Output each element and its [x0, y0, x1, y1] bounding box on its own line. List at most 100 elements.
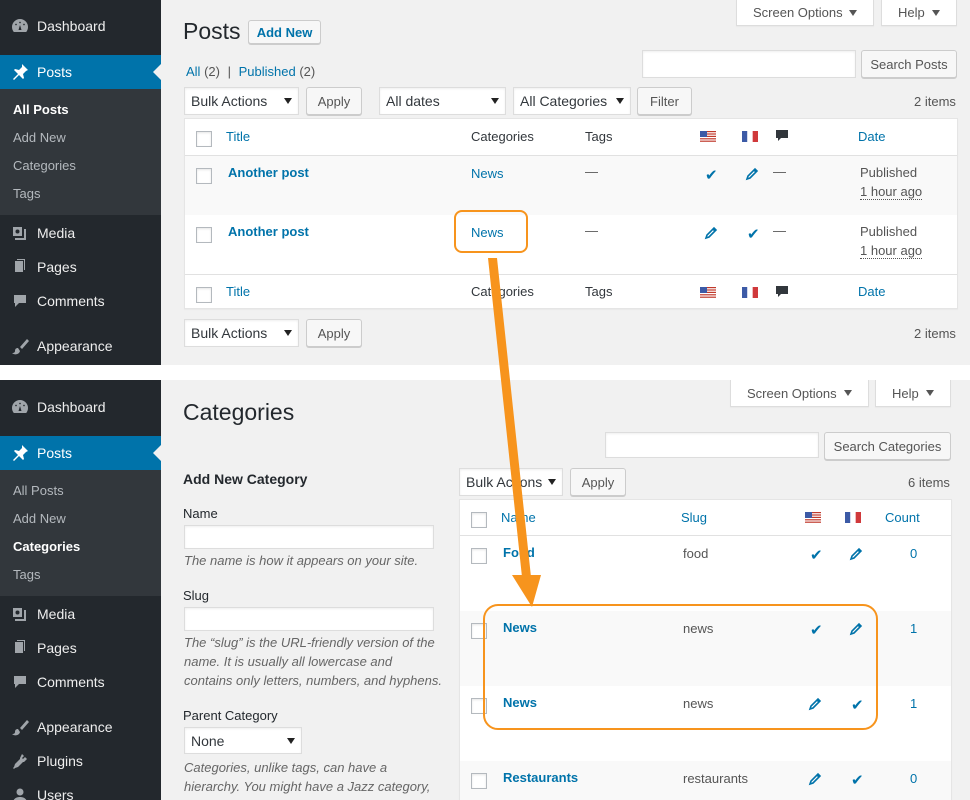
- view-all-link[interactable]: All: [186, 64, 200, 79]
- check-icon[interactable]: ✔: [705, 166, 718, 184]
- items-count-bottom: 2 items: [914, 326, 956, 341]
- category-link[interactable]: News: [471, 225, 504, 240]
- check-icon[interactable]: ✔: [851, 771, 864, 789]
- filter-button[interactable]: Filter: [637, 87, 692, 115]
- media-icon: [9, 604, 31, 624]
- menu-posts[interactable]: Posts: [0, 436, 161, 470]
- menu-media[interactable]: Media: [0, 216, 161, 250]
- menu-media[interactable]: Media: [0, 597, 161, 631]
- category-name-link[interactable]: News: [503, 620, 537, 635]
- chevron-down-icon: [287, 738, 295, 744]
- category-link[interactable]: News: [471, 166, 504, 181]
- category-name-link[interactable]: News: [503, 695, 537, 710]
- menu-pages[interactable]: Pages: [0, 631, 161, 665]
- row-checkbox[interactable]: [471, 773, 487, 789]
- check-icon[interactable]: ✔: [810, 621, 823, 639]
- pencil-icon[interactable]: [849, 547, 863, 561]
- parent-category-select[interactable]: None: [184, 727, 302, 754]
- add-new-button[interactable]: Add New: [248, 20, 321, 44]
- us-flag-icon: [805, 512, 821, 523]
- categories-filter-select[interactable]: All Categories: [513, 87, 631, 115]
- category-count-link[interactable]: 1: [910, 696, 917, 711]
- submenu-add-new[interactable]: Add New: [13, 130, 66, 145]
- menu-pages[interactable]: Pages: [0, 250, 161, 284]
- help-button[interactable]: Help: [875, 380, 951, 407]
- submenu-categories[interactable]: Categories: [13, 158, 76, 173]
- submenu-all-posts[interactable]: All Posts: [13, 483, 64, 498]
- menu-label: Users: [37, 787, 74, 800]
- submenu-categories[interactable]: Categories: [13, 539, 80, 554]
- column-title[interactable]: Title: [226, 129, 250, 144]
- select-all-checkbox[interactable]: [196, 131, 212, 147]
- row-checkbox[interactable]: [196, 168, 212, 184]
- category-name-link[interactable]: Restaurants: [503, 770, 578, 785]
- column-categories: Categories: [471, 284, 534, 299]
- menu-appearance[interactable]: Appearance: [0, 329, 161, 363]
- column-slug[interactable]: Slug: [681, 510, 707, 525]
- select-all-checkbox[interactable]: [196, 287, 212, 303]
- menu-users[interactable]: Users: [0, 778, 161, 800]
- pencil-icon[interactable]: [849, 622, 863, 636]
- post-time: 1 hour ago: [860, 184, 923, 200]
- items-count: 2 items: [914, 94, 956, 109]
- row-checkbox[interactable]: [471, 698, 487, 714]
- category-slug-input[interactable]: [184, 607, 434, 631]
- help-button[interactable]: Help: [881, 0, 957, 26]
- bulk-actions-select-bottom[interactable]: Bulk Actions: [184, 319, 299, 347]
- submenu-add-new[interactable]: Add New: [13, 511, 66, 526]
- categories-table: Name Slug Count Food food ✔ 0 News news …: [459, 499, 952, 800]
- menu-dashboard[interactable]: Dashboard: [0, 9, 161, 43]
- submenu-tags[interactable]: Tags: [13, 567, 40, 582]
- category-name-link[interactable]: Food: [503, 545, 535, 560]
- column-count[interactable]: Count: [885, 510, 920, 525]
- dates-filter-select[interactable]: All dates: [379, 87, 506, 115]
- search-categories-input[interactable]: [605, 432, 819, 458]
- pencil-icon[interactable]: [745, 167, 759, 181]
- check-icon[interactable]: ✔: [810, 546, 823, 564]
- category-count-link[interactable]: 0: [910, 771, 917, 786]
- name-help-text: The name is how it appears on your site.: [184, 553, 419, 568]
- column-title[interactable]: Title: [226, 284, 250, 299]
- menu-appearance[interactable]: Appearance: [0, 710, 161, 744]
- category-name-input[interactable]: [184, 525, 434, 549]
- post-title-link[interactable]: Another post: [228, 165, 309, 180]
- menu-comments[interactable]: Comments: [0, 665, 161, 699]
- search-posts-button[interactable]: Search Posts: [861, 50, 957, 78]
- check-icon[interactable]: ✔: [851, 696, 864, 714]
- menu-plugins[interactable]: Plugins: [0, 744, 161, 778]
- post-title-link[interactable]: Another post: [228, 224, 309, 239]
- screen-options-button[interactable]: Screen Options: [736, 0, 874, 26]
- apply-button[interactable]: Apply: [306, 87, 362, 115]
- check-icon[interactable]: ✔: [747, 225, 760, 243]
- apply-button-bottom[interactable]: Apply: [306, 319, 362, 347]
- menu-dashboard[interactable]: Dashboard: [0, 390, 161, 424]
- column-name[interactable]: Name: [501, 510, 536, 525]
- bulk-actions-select[interactable]: Bulk Actions: [459, 468, 563, 496]
- table-row: Another post News — ✔ — Published 1 hour…: [185, 215, 957, 274]
- search-posts-input[interactable]: [642, 50, 856, 78]
- pencil-icon[interactable]: [704, 226, 718, 240]
- menu-posts[interactable]: Posts: [0, 55, 161, 89]
- submenu-tags[interactable]: Tags: [13, 186, 40, 201]
- screen-options-button[interactable]: Screen Options: [730, 380, 869, 407]
- column-date[interactable]: Date: [858, 284, 885, 299]
- bulk-actions-select[interactable]: Bulk Actions: [184, 87, 299, 115]
- row-checkbox[interactable]: [471, 623, 487, 639]
- row-checkbox[interactable]: [471, 548, 487, 564]
- select-all-checkbox[interactable]: [471, 512, 487, 528]
- column-date[interactable]: Date: [858, 129, 885, 144]
- submenu-all-posts[interactable]: All Posts: [13, 102, 69, 117]
- menu-comments[interactable]: Comments: [0, 284, 161, 318]
- pencil-icon[interactable]: [808, 697, 822, 711]
- view-published-link[interactable]: Published: [239, 64, 296, 79]
- menu-label: Plugins: [37, 753, 83, 769]
- row-checkbox[interactable]: [196, 227, 212, 243]
- admin-sidebar: Dashboard Posts All Posts Add New Catego…: [0, 380, 161, 800]
- apply-button[interactable]: Apply: [570, 468, 626, 496]
- category-count-link[interactable]: 1: [910, 621, 917, 636]
- category-slug: food: [683, 546, 709, 561]
- pencil-icon[interactable]: [808, 772, 822, 786]
- view-published-count: (2): [299, 64, 316, 79]
- category-count-link[interactable]: 0: [910, 546, 917, 561]
- search-categories-button[interactable]: Search Categories: [824, 432, 951, 460]
